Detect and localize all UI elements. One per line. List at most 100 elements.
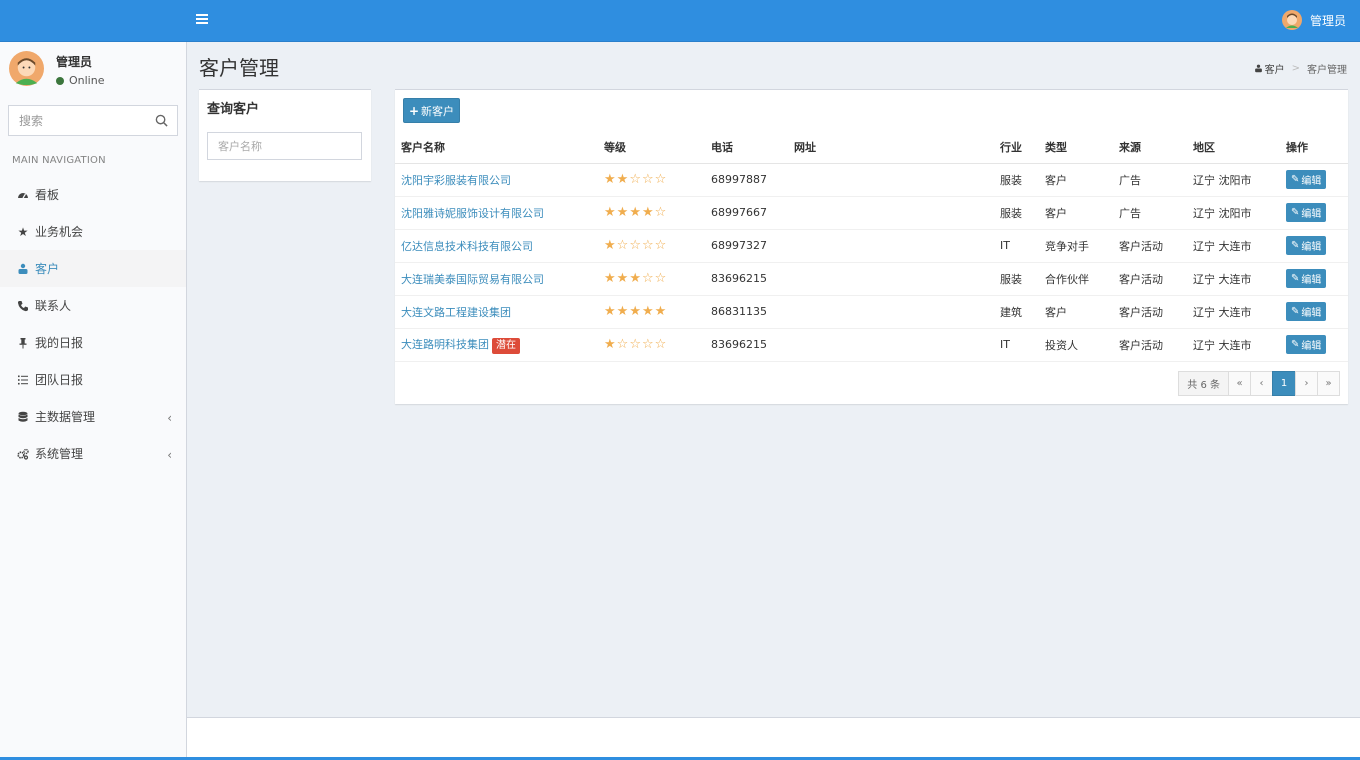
- website-cell: [788, 261, 994, 296]
- column-header[interactable]: 地区: [1187, 132, 1280, 164]
- industry-cell: 建筑: [994, 294, 1039, 329]
- website-cell: [788, 327, 994, 362]
- page-1-button[interactable]: 1: [1272, 371, 1296, 396]
- sidebar-item-customers[interactable]: 客户: [0, 250, 186, 287]
- sidebar-item-label: 我的日报: [35, 336, 84, 350]
- action-cell: ✎ 编辑: [1280, 261, 1348, 296]
- sidebar-item-system-admin[interactable]: 系统管理 ‹: [0, 435, 186, 472]
- star-empty-icon: ☆: [654, 238, 668, 253]
- breadcrumb-link-label: 客户: [1264, 65, 1285, 76]
- edit-button[interactable]: ✎ 编辑: [1286, 170, 1327, 189]
- edit-button[interactable]: ✎ 编辑: [1286, 269, 1327, 288]
- sidebar-item-opportunities[interactable]: ★ 业务机会: [0, 213, 186, 250]
- pencil-icon: ✎: [1291, 339, 1300, 350]
- star-filled-icon: ★: [604, 172, 617, 187]
- star-filled-icon: ★: [654, 304, 668, 319]
- customer-name-link[interactable]: 大连路明科技集团: [401, 338, 489, 351]
- star-empty-icon: ☆: [641, 172, 655, 187]
- rating-stars: ★☆☆☆☆: [604, 238, 667, 253]
- region-cell: 辽宁 大连市: [1187, 261, 1280, 296]
- column-header[interactable]: 客户名称: [395, 132, 598, 164]
- star-filled-icon: ★: [616, 172, 630, 187]
- customer-name-link[interactable]: 大连瑞美泰国际贸易有限公司: [401, 273, 544, 286]
- new-customer-button[interactable]: + 新客户: [403, 98, 460, 123]
- customer-name-input[interactable]: [207, 132, 362, 160]
- sidebar-item-my-daily-report[interactable]: 我的日报: [0, 324, 186, 361]
- star-empty-icon: ☆: [629, 172, 642, 187]
- last-page-button[interactable]: »: [1317, 371, 1340, 396]
- industry-cell: 服装: [994, 195, 1039, 230]
- sidebar-item-master-data[interactable]: 主数据管理 ‹: [0, 398, 186, 435]
- edit-button[interactable]: ✎ 编辑: [1286, 302, 1327, 321]
- star-empty-icon: ☆: [654, 271, 668, 286]
- star-empty-icon: ☆: [641, 238, 655, 253]
- rating-stars: ★☆☆☆☆: [604, 337, 667, 352]
- action-cell: ✎ 编辑: [1280, 195, 1348, 230]
- footer: [187, 717, 1360, 760]
- customer-name-cell: 亿达信息技术科技有限公司: [395, 228, 598, 263]
- edit-label: 编辑: [1301, 176, 1322, 187]
- source-cell: 客户活动: [1113, 294, 1187, 329]
- customer-name-link[interactable]: 沈阳宇彩服装有限公司: [401, 174, 511, 187]
- star-empty-icon: ☆: [641, 271, 655, 286]
- column-header[interactable]: 来源: [1113, 132, 1187, 164]
- phone-cell: 86831135: [705, 294, 788, 329]
- sidebar-nav: 看板 ★ 业务机会 客户 联系人 我的日报 团队日报 主数据管理 ‹ 系统管理 …: [0, 176, 186, 472]
- sidebar-toggle-icon[interactable]: [196, 14, 208, 26]
- rating-cell: ★☆☆☆☆: [598, 327, 705, 362]
- star-filled-icon: ★: [629, 304, 642, 319]
- type-cell: 客户: [1039, 294, 1113, 329]
- industry-cell: IT: [994, 228, 1039, 263]
- column-header[interactable]: 行业: [994, 132, 1039, 164]
- edit-button[interactable]: ✎ 编辑: [1286, 236, 1327, 255]
- query-box-title: 查询客户: [207, 102, 260, 117]
- sidebar-item-team-daily-report[interactable]: 团队日报: [0, 361, 186, 398]
- pencil-icon: ✎: [1291, 174, 1300, 185]
- region-cell: 辽宁 大连市: [1187, 294, 1280, 329]
- column-header[interactable]: 电话: [705, 132, 788, 164]
- table-row: 亿达信息技术科技有限公司 ★☆☆☆☆ 68997327 IT 竞争对手 客户活动 辽宁 大连…: [395, 228, 1348, 263]
- customer-table: 客户名称 等级 电话 网址 行业 类型 来源 地区 操作 沈阳宇彩服装有限公司 ★…: [395, 132, 1348, 362]
- customer-name-link[interactable]: 大连文路工程建设集团: [401, 306, 511, 319]
- edit-button[interactable]: ✎ 编辑: [1286, 335, 1327, 354]
- star-filled-icon: ★: [604, 337, 617, 352]
- type-cell: 竞争对手: [1039, 228, 1113, 263]
- column-header: 操作: [1280, 132, 1348, 164]
- first-page-button[interactable]: «: [1228, 371, 1251, 396]
- sidebar-item-dashboard[interactable]: 看板: [0, 176, 186, 213]
- customer-name-cell: 大连瑞美泰国际贸易有限公司: [395, 261, 598, 296]
- column-header[interactable]: 网址: [788, 132, 994, 164]
- user-menu[interactable]: 管理员: [1281, 10, 1346, 30]
- sidebar-search-input[interactable]: [9, 106, 149, 135]
- phone-cell: 83696215: [705, 261, 788, 296]
- customer-name-link[interactable]: 亿达信息技术科技有限公司: [401, 240, 533, 253]
- prev-page-button[interactable]: ‹: [1250, 371, 1273, 396]
- sitemap-icon: [17, 263, 29, 275]
- sidebar-item-label: 主数据管理: [35, 410, 96, 424]
- star-empty-icon: ☆: [629, 238, 642, 253]
- sidebar-item-contacts[interactable]: 联系人: [0, 287, 186, 324]
- rating-cell: ★★★★☆: [598, 195, 705, 230]
- website-cell: [788, 294, 994, 329]
- rating-cell: ★☆☆☆☆: [598, 228, 705, 263]
- customer-name-cell: 沈阳宇彩服装有限公司: [395, 162, 598, 197]
- user-name: 管理员: [1309, 13, 1346, 28]
- content-header: 客户管理: [199, 52, 279, 81]
- pencil-icon: ✎: [1291, 306, 1300, 317]
- pin-icon: [17, 337, 29, 349]
- column-header[interactable]: 类型: [1039, 132, 1113, 164]
- table-row: 沈阳宇彩服装有限公司 ★★☆☆☆ 68997887 服装 客户 广告 辽宁 沈阳市 ✎ 编辑: [395, 162, 1348, 197]
- edit-button[interactable]: ✎ 编辑: [1286, 203, 1327, 222]
- chevron-left-icon: ‹: [167, 411, 172, 425]
- search-icon[interactable]: [155, 114, 168, 127]
- user-status: Online: [56, 74, 104, 87]
- next-page-button[interactable]: ›: [1295, 371, 1318, 396]
- customer-table-box: + 新客户 客户名称 等级 电话 网址 行业 类型 来源 地区 操作 沈阳宇彩服…: [395, 89, 1348, 404]
- phone-cell: 83696215: [705, 327, 788, 362]
- breadcrumb-customers-link[interactable]: 客户: [1254, 61, 1285, 76]
- star-filled-icon: ★: [616, 205, 630, 220]
- customer-name-link[interactable]: 沈阳雅诗妮服饰设计有限公司: [401, 207, 544, 220]
- list-icon: [17, 374, 29, 386]
- source-cell: 广告: [1113, 162, 1187, 197]
- column-header[interactable]: 等级: [598, 132, 705, 164]
